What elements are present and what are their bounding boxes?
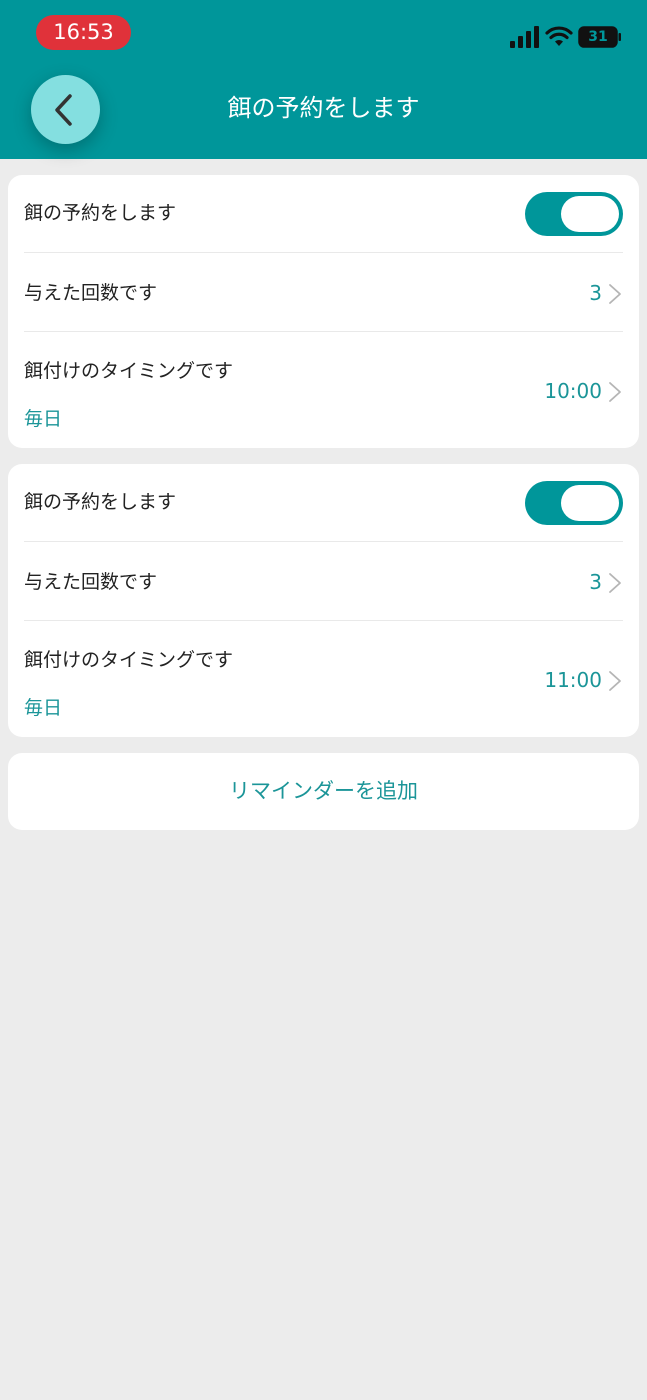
chevron-right-icon xyxy=(609,573,621,593)
add-reminder-button[interactable]: リマインダーを追加 xyxy=(8,753,639,830)
feed-timing-value: 11:00 xyxy=(544,668,602,692)
chevron-right-icon xyxy=(609,671,621,691)
status-time: 16:53 xyxy=(36,15,131,50)
feed-count-row[interactable]: 与えた回数です 3 xyxy=(8,253,639,331)
chevron-left-icon xyxy=(55,94,72,126)
feed-timing-label: 餌付けのタイミングです xyxy=(24,649,234,671)
app-header: 16:53 31 餌の予約をします xyxy=(0,0,647,159)
feed-count-label: 与えた回数です xyxy=(24,282,158,304)
schedule-card: 餌の予約をします 与えた回数です 3 餌付けのタイミングです 11:00 毎日 xyxy=(8,464,639,737)
schedule-toggle-label: 餌の予約をします xyxy=(24,491,177,513)
feed-count-value: 3 xyxy=(589,570,602,594)
chevron-right-icon xyxy=(609,382,621,402)
battery-level: 31 xyxy=(588,29,608,45)
schedule-toggle-label: 餌の予約をします xyxy=(24,202,177,224)
feed-timing-value: 10:00 xyxy=(544,379,602,403)
page-title: 餌の予約をします xyxy=(227,94,420,122)
schedule-toggle[interactable] xyxy=(525,192,623,236)
schedule-card: 餌の予約をします 与えた回数です 3 餌付けのタイミングです 10:00 毎日 xyxy=(8,175,639,448)
repeat-label: 毎日 xyxy=(24,408,63,430)
feed-timing-label: 餌付けのタイミングです xyxy=(24,360,234,382)
feed-count-value: 3 xyxy=(589,281,602,305)
feed-count-row[interactable]: 与えた回数です 3 xyxy=(8,542,639,620)
feed-timing-row[interactable]: 餌付けのタイミングです 11:00 毎日 xyxy=(8,621,639,737)
toggle-knob xyxy=(561,485,619,521)
chevron-right-icon xyxy=(609,284,621,304)
repeat-label: 毎日 xyxy=(24,697,63,719)
signal-bars-icon xyxy=(510,26,539,48)
toggle-knob xyxy=(561,196,619,232)
back-button[interactable] xyxy=(31,75,100,144)
schedule-toggle[interactable] xyxy=(525,481,623,525)
feed-timing-row[interactable]: 餌付けのタイミングです 10:00 毎日 xyxy=(8,332,639,448)
feed-count-label: 与えた回数です xyxy=(24,571,158,593)
wifi-icon xyxy=(545,26,573,46)
